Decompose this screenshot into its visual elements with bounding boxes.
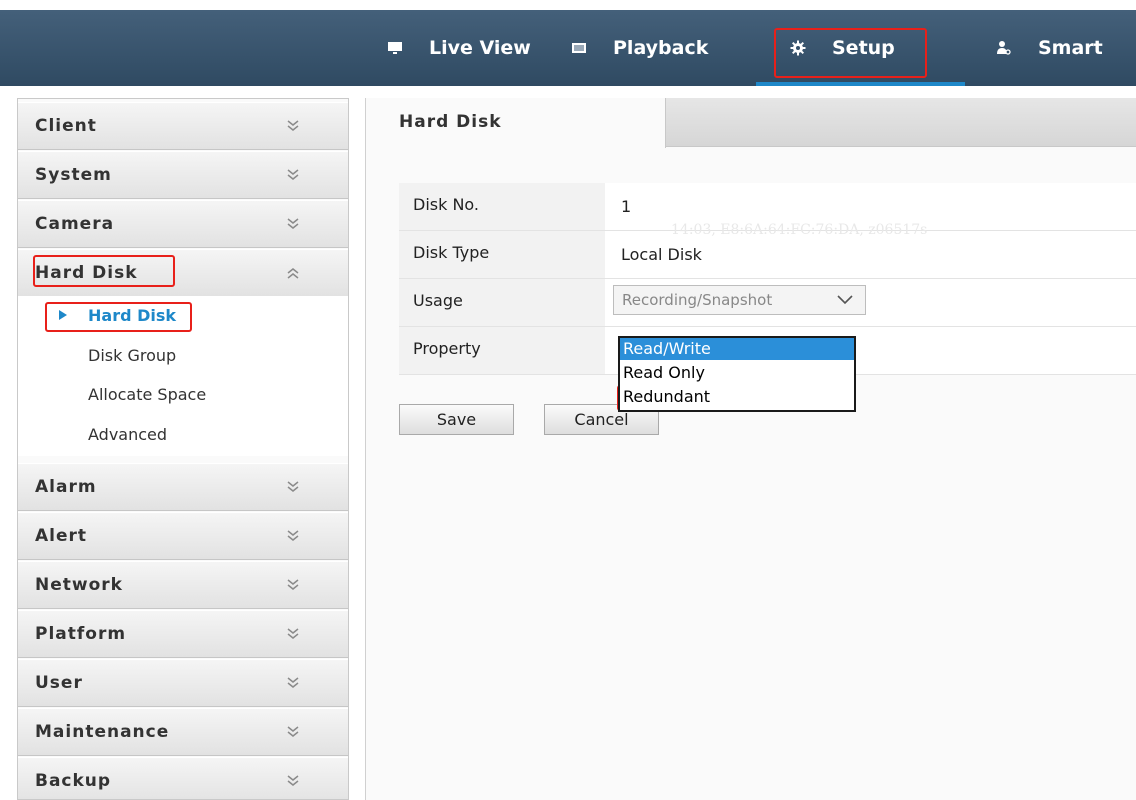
sidebar-item-label: Hard Disk — [35, 263, 138, 283]
sidebar-item-label: Network — [35, 575, 123, 595]
chevron-double-down-icon — [287, 726, 299, 737]
gear-icon — [790, 40, 806, 56]
sidebar-item-label: System — [35, 165, 112, 185]
usage-select[interactable]: Recording/Snapshot — [613, 285, 866, 315]
property-option-redundant[interactable]: Redundant — [620, 386, 854, 408]
disk-no-label: Disk No. — [413, 195, 480, 214]
sidebar-item-label: Alarm — [35, 477, 97, 497]
nav-live-view[interactable]: Live View — [387, 10, 531, 86]
disk-no-value: 1 — [621, 197, 632, 216]
chevron-down-icon — [837, 295, 853, 305]
sidebar: Client System Camera Hard Disk Hard Disk… — [17, 98, 349, 800]
person-search-icon — [997, 41, 1011, 55]
chevron-double-down-icon — [287, 775, 299, 786]
save-button[interactable]: Save — [399, 404, 514, 435]
sidebar-item-maintenance[interactable]: Maintenance — [18, 708, 348, 756]
tab-hard-disk-label: Hard Disk — [399, 112, 502, 132]
monitor-icon — [388, 42, 402, 54]
sidebar-item-label: User — [35, 673, 83, 693]
row-disk-type: Disk Type Local Disk — [399, 231, 1136, 279]
sidebar-item-label: Client — [35, 116, 97, 136]
disk-type-label: Disk Type — [413, 243, 490, 262]
property-option-read-only[interactable]: Read Only — [620, 362, 854, 384]
sidebar-item-label: Maintenance — [35, 722, 170, 742]
chevron-double-up-icon — [287, 268, 299, 279]
sidebar-item-hard-disk[interactable]: Hard Disk — [18, 249, 348, 297]
sidebar-item-platform[interactable]: Platform — [18, 610, 348, 658]
nav-playback[interactable]: Playback — [571, 10, 708, 86]
chevron-double-down-icon — [287, 677, 299, 688]
nav-setup[interactable]: Setup — [790, 10, 895, 86]
hard-disk-submenu: Hard Disk Disk Group Allocate Space Adva… — [18, 296, 348, 456]
sidebar-item-alarm[interactable]: Alarm — [18, 463, 348, 511]
submenu-item-hard-disk[interactable]: Hard Disk — [88, 306, 176, 325]
property-label: Property — [413, 339, 481, 358]
chevron-double-down-icon — [287, 628, 299, 639]
top-nav-bar: Live View Playback Setup Smart — [0, 10, 1136, 86]
chevron-double-down-icon — [287, 218, 299, 229]
sidebar-item-label: Camera — [35, 214, 115, 234]
nav-smart-label: Smart — [1038, 37, 1103, 59]
chevron-double-down-icon — [287, 530, 299, 541]
property-option-read-write[interactable]: Read/Write — [620, 338, 854, 360]
active-tab-indicator — [756, 82, 965, 86]
nav-smart[interactable]: Smart — [996, 10, 1103, 86]
submenu-item-disk-group[interactable]: Disk Group — [88, 346, 176, 365]
nav-live-view-label: Live View — [429, 37, 531, 59]
sidebar-item-user[interactable]: User — [18, 659, 348, 707]
usage-label: Usage — [413, 291, 463, 310]
sidebar-item-backup[interactable]: Backup — [18, 757, 348, 799]
sidebar-item-system[interactable]: System — [18, 151, 348, 199]
tab-strip: Hard Disk — [366, 98, 1136, 148]
submenu-item-advanced[interactable]: Advanced — [88, 425, 167, 444]
nav-setup-label: Setup — [832, 37, 895, 59]
sidebar-item-label: Platform — [35, 624, 127, 644]
row-usage: Usage Recording/Snapshot — [399, 279, 1136, 327]
chevron-double-down-icon — [287, 120, 299, 131]
sidebar-item-client[interactable]: Client — [18, 102, 348, 150]
tab-hard-disk[interactable]: Hard Disk — [366, 98, 666, 148]
sidebar-item-label: Alert — [35, 526, 88, 546]
chevron-double-down-icon — [287, 579, 299, 590]
chevron-double-down-icon — [287, 481, 299, 492]
triangle-right-icon — [59, 310, 67, 320]
content-panel: Hard Disk Disk No. 1 Disk Type Local Dis… — [365, 98, 1136, 800]
sidebar-item-label: Backup — [35, 771, 112, 791]
usage-select-value: Recording/Snapshot — [622, 291, 773, 309]
disk-type-value: Local Disk — [621, 245, 702, 264]
watermark-text: 14:03, E8:6A:64:FC:76:DA, z06517s — [671, 222, 928, 238]
submenu-item-allocate-space[interactable]: Allocate Space — [88, 385, 206, 404]
chevron-double-down-icon — [287, 169, 299, 180]
sidebar-item-network[interactable]: Network — [18, 561, 348, 609]
nav-playback-label: Playback — [613, 37, 709, 59]
film-icon — [572, 43, 586, 53]
sidebar-item-alert[interactable]: Alert — [18, 512, 348, 560]
sidebar-item-camera[interactable]: Camera — [18, 200, 348, 248]
property-dropdown-list: Read/Write Read Only Redundant — [618, 336, 856, 412]
